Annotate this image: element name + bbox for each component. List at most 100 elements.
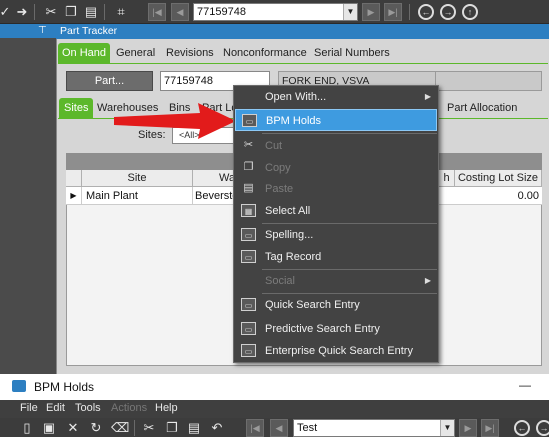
- bpm-combo[interactable]: Test ▼: [293, 419, 455, 437]
- part-combo[interactable]: 77159748 ▼: [193, 3, 358, 21]
- menu-label: Spelling...: [265, 229, 314, 241]
- submenu-arrow-icon: ▶: [424, 92, 431, 101]
- cut-icon[interactable]: ✂: [140, 419, 158, 437]
- scissors-icon: ✂: [243, 139, 254, 151]
- copy-icon: ❐: [243, 161, 254, 173]
- menu-label: Paste: [265, 183, 294, 195]
- part-description-extra: [436, 71, 542, 91]
- menu-label: Select All: [265, 205, 311, 217]
- menu-item-tag-record[interactable]: ▭ Tag Record: [235, 246, 437, 268]
- main-toolbar: ✓ ➜ ✂ ❐ ▤ ⌗ |◀ ◀ 77159748 ▼ ▶ ▶| ← → ↑: [0, 0, 549, 24]
- menu-item-paste[interactable]: ▤ Paste: [235, 178, 437, 200]
- submenu-arrow-icon: ▶: [424, 276, 431, 285]
- col-costing-lot-size[interactable]: Costing Lot Size: [455, 170, 542, 187]
- new-icon[interactable]: ▯: [18, 419, 36, 437]
- menu-label: Tag Record: [265, 251, 322, 263]
- select-all-icon: ▦: [241, 204, 256, 217]
- menu-file[interactable]: File: [20, 402, 38, 414]
- dock-header: [0, 24, 56, 38]
- part-tracker-title: Part Tracker: [56, 24, 549, 39]
- menu-item-open-with[interactable]: Open With... ▶: [235, 86, 437, 108]
- menu-label: BPM Holds: [266, 115, 322, 127]
- menu-label: Cut: [265, 140, 283, 152]
- bpm-combo-value: Test: [297, 422, 318, 434]
- tab-revisions[interactable]: Revisions: [162, 43, 218, 63]
- bpm-window-title: BPM Holds: [34, 380, 95, 394]
- previous-record-button[interactable]: ◀: [270, 419, 288, 437]
- last-record-button[interactable]: ▶|: [384, 3, 402, 21]
- chevron-down-icon[interactable]: ▼: [343, 4, 357, 20]
- cell-site: Main Plant: [82, 187, 193, 205]
- red-arrow-annotation: [114, 103, 236, 139]
- last-record-button[interactable]: ▶|: [481, 419, 499, 437]
- copy-icon[interactable]: ❐: [62, 3, 80, 21]
- menu-label: Social: [265, 275, 295, 287]
- clipboard-icon[interactable]: ▤: [82, 3, 100, 21]
- subtab-part-allocation[interactable]: Part Allocation: [443, 98, 521, 118]
- first-record-button[interactable]: |◀: [246, 419, 264, 437]
- forward-arrow-icon[interactable]: →: [536, 420, 549, 436]
- spelling-icon: ▭: [241, 228, 256, 241]
- tab-nonconformance[interactable]: Nonconformance: [219, 43, 311, 63]
- checkmark-icon[interactable]: ✓: [0, 3, 14, 21]
- menu-item-predictive-search[interactable]: ▭ Predictive Search Entry: [235, 318, 437, 340]
- menu-item-quick-search[interactable]: ▭ Quick Search Entry: [235, 294, 437, 316]
- binoculars-icon[interactable]: ⌗: [112, 3, 130, 21]
- paste-icon[interactable]: ▤: [185, 419, 203, 437]
- tab-on-hand[interactable]: On Hand: [58, 43, 111, 63]
- row-pointer-icon: ▶: [66, 187, 82, 205]
- predictive-search-icon: ▭: [241, 322, 256, 335]
- enterprise-search-icon: ▭: [241, 344, 256, 357]
- menu-item-select-all[interactable]: ▦ Select All: [235, 200, 437, 222]
- menu-item-spelling[interactable]: ▭ Spelling...: [235, 224, 437, 246]
- menu-item-copy[interactable]: ❐ Copy: [235, 157, 437, 179]
- tab-general[interactable]: General: [112, 43, 159, 63]
- main-tabs: On Hand General Revisions Nonconformance…: [58, 43, 548, 63]
- menu-actions[interactable]: Actions: [111, 402, 147, 414]
- first-record-button[interactable]: |◀: [148, 3, 166, 21]
- tag-icon: ▭: [241, 250, 256, 263]
- forward-arrow-icon[interactable]: →: [440, 4, 456, 20]
- subtab-sites[interactable]: Sites: [59, 98, 94, 118]
- chevron-down-icon[interactable]: ▼: [440, 420, 454, 436]
- cell-lot-size: 0.00: [517, 190, 539, 202]
- clear-icon[interactable]: ⌫: [111, 419, 129, 437]
- bpm-icon: ▭: [242, 114, 257, 127]
- bpm-toolbar: ▯ ▣ ✕ ↻ ⌫ ✂ ❐ ▤ ↶ |◀ ◀ Test ▼ ▶ ▶| ← →: [0, 418, 549, 437]
- menu-item-social[interactable]: Social ▶: [235, 270, 437, 292]
- next-record-button[interactable]: ▶: [362, 3, 380, 21]
- bpm-app-icon: [12, 380, 26, 392]
- delete-icon[interactable]: ✕: [64, 419, 82, 437]
- menu-help[interactable]: Help: [155, 402, 178, 414]
- cut-icon[interactable]: ✂: [42, 3, 60, 21]
- col-partial[interactable]: h: [439, 170, 455, 187]
- tab-serial-numbers[interactable]: Serial Numbers: [310, 43, 394, 63]
- next-record-button[interactable]: ▶: [459, 419, 477, 437]
- quick-search-icon: ▭: [241, 298, 256, 311]
- undo-icon[interactable]: ↶: [208, 419, 226, 437]
- paste-icon: ▤: [243, 182, 254, 194]
- previous-record-button[interactable]: ◀: [171, 3, 189, 21]
- back-circle-icon[interactable]: ←: [514, 420, 530, 436]
- menu-edit[interactable]: Edit: [46, 402, 65, 414]
- refresh-icon[interactable]: ↻: [87, 419, 105, 437]
- pin-icon[interactable]: ⊤: [38, 25, 47, 36]
- context-menu: Open With... ▶ ▭ BPM Holds ✂ Cut ❐ Copy …: [233, 85, 439, 363]
- minimize-icon[interactable]: —: [519, 378, 531, 392]
- menu-tools[interactable]: Tools: [75, 402, 101, 414]
- save-icon[interactable]: ▣: [40, 419, 58, 437]
- menu-label: Quick Search Entry: [265, 299, 360, 311]
- menu-label: Predictive Search Entry: [265, 323, 380, 335]
- copy-icon[interactable]: ❐: [163, 419, 181, 437]
- menu-label: Enterprise Quick Search Entry: [265, 345, 413, 357]
- menu-label: Copy: [265, 162, 291, 174]
- col-site[interactable]: Site: [82, 170, 193, 187]
- refresh-circle-icon[interactable]: ↑: [462, 4, 478, 20]
- forward-circle-icon[interactable]: ➜: [13, 3, 31, 21]
- part-button[interactable]: Part...: [66, 71, 153, 91]
- menu-item-cut[interactable]: ✂ Cut: [235, 135, 437, 157]
- menu-item-enterprise-search[interactable]: ▭ Enterprise Quick Search Entry: [235, 340, 437, 362]
- menu-item-bpm-holds[interactable]: ▭ BPM Holds: [235, 109, 437, 131]
- part-combo-value: 77159748: [197, 6, 246, 18]
- back-circle-icon[interactable]: ←: [418, 4, 434, 20]
